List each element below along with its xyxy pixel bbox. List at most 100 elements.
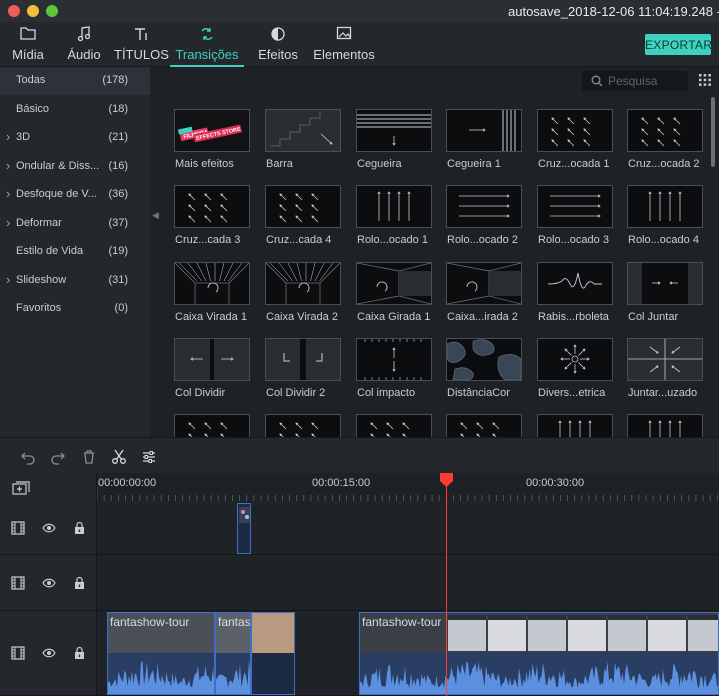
category-item[interactable]: › Slideshow (31) (0, 267, 150, 295)
transition-thumbnail[interactable] (537, 185, 613, 228)
transition-thumbnail[interactable] (446, 414, 522, 437)
scissors-icon[interactable] (111, 449, 127, 465)
transition-thumbnail[interactable] (174, 262, 250, 305)
tab-transitions[interactable]: Transições (170, 22, 244, 67)
transition-preview (279, 422, 319, 437)
transition-thumbnail[interactable] (265, 109, 341, 152)
panel-collapse-handle[interactable]: ◀ (150, 67, 162, 437)
transition-thumbnail[interactable] (265, 338, 341, 381)
transition-thumbnail[interactable] (446, 262, 522, 305)
category-item[interactable]: › Deformar (37) (0, 210, 150, 238)
transition-thumbnail[interactable] (446, 109, 522, 152)
eye-icon[interactable] (42, 576, 56, 590)
transition-preview (641, 117, 681, 147)
grid-view-icon[interactable] (699, 74, 711, 86)
transition-preview (377, 191, 411, 221)
sliders-icon[interactable] (141, 449, 157, 465)
transition-thumbnail[interactable] (174, 185, 250, 228)
category-item[interactable]: Favoritos (0) (0, 295, 150, 323)
transition-thumbnail[interactable] (265, 185, 341, 228)
track-header-3 (0, 611, 97, 696)
tab-elements[interactable]: Elementos (312, 22, 376, 67)
video-clip-1[interactable]: fantashow-tour (107, 612, 215, 695)
film-icon[interactable] (11, 576, 25, 590)
film-icon[interactable] (11, 521, 25, 535)
track-1[interactable] (97, 501, 719, 555)
playhead-handle[interactable] (440, 473, 453, 487)
transition-thumbnail[interactable] (537, 338, 613, 381)
search-placeholder: Pesquisa (608, 74, 658, 88)
zoom-window-button[interactable] (46, 5, 58, 17)
transition-clip[interactable] (237, 503, 251, 554)
transition-thumbnail[interactable] (265, 262, 341, 305)
category-name: Básico (16, 102, 50, 115)
category-item[interactable]: Estilo de Vida (19) (0, 238, 150, 266)
minimize-window-button[interactable] (27, 5, 39, 17)
category-item[interactable]: › 3D (21) (0, 124, 150, 152)
transition-thumbnail[interactable] (446, 338, 522, 381)
clip-label: fantashow-tour (110, 615, 190, 629)
transition-thumbnail[interactable] (356, 262, 432, 305)
category-name: Desfoque de V... (16, 188, 97, 200)
chevron-right-icon[interactable]: › (6, 158, 10, 173)
lock-icon[interactable] (73, 521, 87, 535)
transition-thumbnail[interactable] (356, 338, 432, 381)
trash-icon[interactable] (81, 449, 97, 465)
transition-thumbnail[interactable] (627, 338, 703, 381)
chevron-right-icon[interactable]: › (6, 186, 10, 201)
eye-icon[interactable] (42, 646, 56, 660)
transition-label: Col Juntar (628, 311, 679, 323)
transition-thumbnail[interactable]: FILMORAEFFECTS STORE (174, 109, 250, 152)
music-note-icon (62, 26, 106, 46)
transition-preview (547, 272, 602, 289)
close-window-button[interactable] (8, 5, 20, 17)
transition-thumbnail[interactable] (174, 338, 250, 381)
video-clip-3[interactable]: fantashow-tour (359, 612, 719, 695)
category-item[interactable]: › Ondular & Diss... (16) (0, 153, 150, 181)
timeline-ruler[interactable]: 00:00:00:00 00:00:15:00 00:00:30:00 (97, 473, 719, 501)
category-item[interactable]: Básico (18) (0, 96, 150, 124)
add-track-icon[interactable] (12, 481, 30, 496)
transition-thumbnail[interactable] (627, 185, 703, 228)
transition-thumbnail[interactable] (356, 109, 432, 152)
lock-icon[interactable] (73, 646, 87, 660)
tab-media[interactable]: Mídia (6, 22, 50, 67)
transition-thumbnail[interactable] (356, 185, 432, 228)
lock-icon[interactable] (73, 576, 87, 590)
track-3[interactable]: fantashow-tour fantashow-tour fantashow-… (97, 611, 719, 696)
transition-preview (648, 191, 682, 221)
tab-titles[interactable]: TÍTULOS (114, 22, 169, 67)
search-box[interactable]: Pesquisa (582, 71, 688, 91)
undo-icon[interactable] (20, 449, 36, 465)
transition-thumbnail[interactable] (174, 414, 250, 437)
transition-thumbnail[interactable] (537, 414, 613, 437)
redo-icon[interactable] (50, 449, 66, 465)
transition-thumbnail[interactable] (265, 414, 341, 437)
tab-audio[interactable]: Áudio (62, 22, 106, 67)
transition-preview (357, 114, 431, 146)
transition-preview (266, 110, 340, 151)
export-button[interactable]: EXPORTAR (645, 34, 712, 55)
transition-overlay[interactable] (251, 612, 295, 695)
transition-thumbnail[interactable] (627, 414, 703, 437)
transition-thumbnail[interactable] (537, 109, 613, 152)
film-icon[interactable] (11, 646, 25, 660)
transition-thumbnail[interactable] (446, 185, 522, 228)
transition-thumbnail[interactable] (627, 262, 703, 305)
transition-icon (170, 26, 244, 46)
transition-thumbnail[interactable] (537, 262, 613, 305)
category-item[interactable]: Todas (178) (0, 67, 150, 95)
transition-thumbnail[interactable] (356, 414, 432, 437)
transition-thumbnail[interactable] (627, 109, 703, 152)
category-item[interactable]: › Desfoque de V... (36) (0, 181, 150, 209)
chevron-right-icon[interactable]: › (6, 215, 10, 230)
track-2[interactable] (97, 555, 719, 611)
tab-elements-label: Elementos (313, 47, 375, 62)
category-count: (16) (108, 159, 128, 172)
video-clip-2[interactable]: fantashow-tour (215, 612, 251, 695)
eye-icon[interactable] (42, 521, 56, 535)
panel-scrollbar[interactable] (711, 97, 715, 167)
chevron-right-icon[interactable]: › (6, 129, 10, 144)
chevron-right-icon[interactable]: › (6, 272, 10, 287)
tab-effects[interactable]: Efeitos (252, 22, 304, 67)
